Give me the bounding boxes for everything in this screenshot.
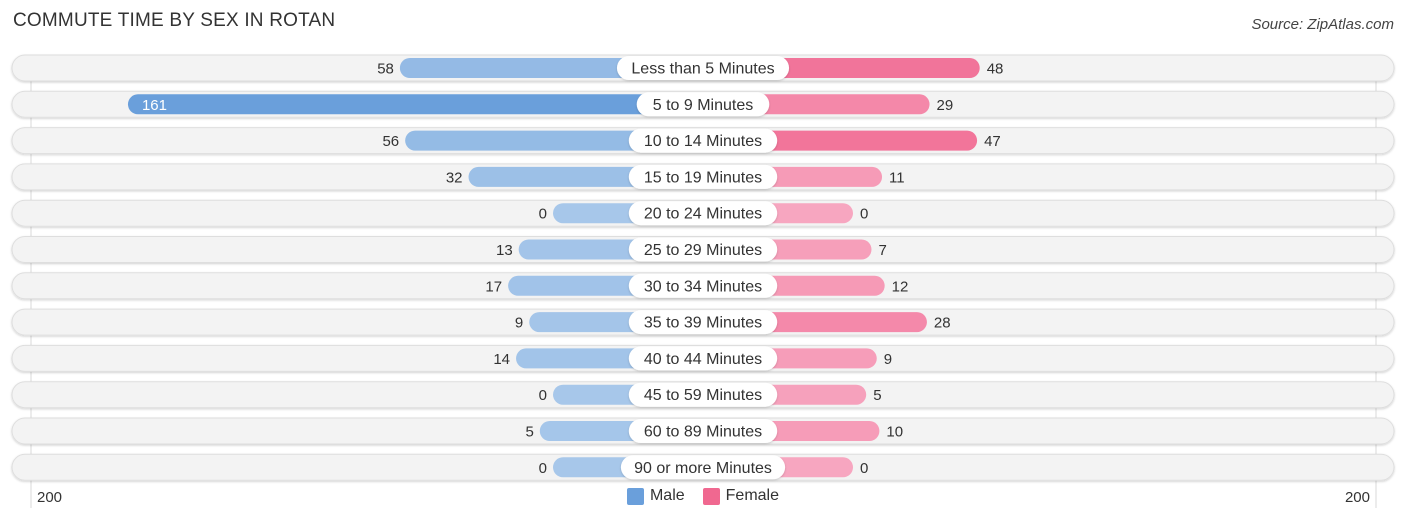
value-label-male: 0 — [539, 460, 547, 477]
chart-canvas: Less than 5 Minutes 58 48 5 to 9 Minutes 161… — [11, 54, 1395, 508]
category-label: 90 or more Minutes — [634, 460, 772, 477]
category-label: 40 to 44 Minutes — [644, 351, 762, 368]
category-label: 20 to 24 Minutes — [644, 206, 762, 223]
category-label: Less than 5 Minutes — [631, 61, 774, 78]
bar-male — [127, 94, 703, 115]
value-label-male: 0 — [539, 387, 547, 404]
value-label-female: 7 — [878, 242, 886, 259]
value-label-male: 56 — [382, 133, 399, 150]
legend: Male Female — [0, 487, 1406, 505]
value-label-male: 161 — [142, 97, 167, 114]
value-label-male: 13 — [496, 242, 513, 259]
category-label: 60 to 89 Minutes — [644, 424, 762, 441]
value-label-male: 58 — [377, 61, 394, 78]
category-label: 25 to 29 Minutes — [644, 242, 762, 259]
value-label-male: 14 — [493, 351, 510, 368]
value-label-female: 47 — [984, 133, 1001, 150]
category-label: 15 to 19 Minutes — [644, 169, 762, 186]
value-label-female: 9 — [884, 351, 892, 368]
legend-swatch-male — [626, 487, 644, 505]
value-label-male: 0 — [539, 206, 547, 223]
category-label: 5 to 9 Minutes — [653, 97, 754, 114]
value-label-female: 0 — [860, 206, 868, 223]
legend-item-male: Male — [626, 487, 685, 505]
value-label-female: 29 — [937, 97, 954, 114]
legend-swatch-female — [702, 487, 720, 505]
value-label-female: 11 — [889, 169, 905, 186]
legend-item-female: Female — [702, 487, 780, 505]
value-label-female: 28 — [934, 315, 951, 332]
legend-label-female: Female — [725, 487, 780, 504]
category-label: 10 to 14 Minutes — [644, 133, 762, 150]
category-label: 45 to 59 Minutes — [644, 387, 762, 404]
value-label-male: 5 — [525, 424, 533, 441]
legend-label-male: Male — [649, 487, 685, 504]
value-label-male: 32 — [446, 169, 463, 186]
value-label-female: 10 — [886, 424, 903, 441]
value-label-female: 48 — [987, 61, 1004, 78]
value-label-female: 0 — [860, 460, 868, 477]
category-label: 35 to 39 Minutes — [644, 315, 762, 332]
category-label: 30 to 34 Minutes — [644, 278, 762, 295]
value-label-male: 9 — [515, 315, 523, 332]
value-label-male: 17 — [485, 278, 502, 295]
value-label-female: 5 — [873, 387, 881, 404]
value-label-female: 12 — [892, 278, 909, 295]
